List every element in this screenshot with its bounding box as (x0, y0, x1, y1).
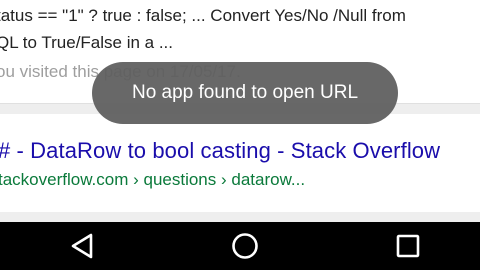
toast-message: No app found to open URL (92, 62, 398, 124)
back-button[interactable] (52, 222, 112, 270)
result-url-breadcrumb: tackoverflow.com › questions › datarow..… (0, 170, 306, 189)
back-icon (71, 233, 93, 259)
search-result-card[interactable]: # - DataRow to bool casting - Stack Over… (0, 114, 480, 212)
toast-text: No app found to open URL (131, 82, 359, 103)
result-snippet-line: QL to True/False in a ... (0, 33, 174, 52)
result-title-link[interactable]: # - DataRow to bool casting - Stack Over… (0, 138, 440, 164)
result-snippet-line: tatus == "1" ? true : false; ... Convert… (0, 6, 406, 25)
system-navigation-bar (0, 222, 480, 270)
recent-apps-button[interactable] (378, 222, 438, 270)
recent-apps-icon (396, 234, 420, 258)
home-icon (232, 233, 258, 259)
home-button[interactable] (215, 222, 275, 270)
